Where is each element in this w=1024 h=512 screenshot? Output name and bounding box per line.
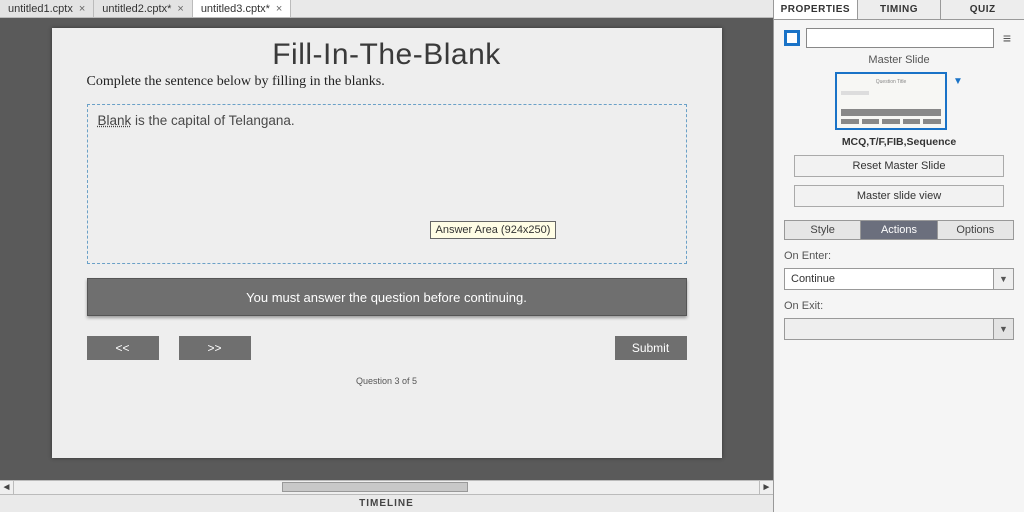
inspector-tabs: PROPERTIES TIMING QUIZ: [774, 0, 1024, 20]
close-icon[interactable]: ×: [177, 3, 183, 15]
chevron-down-icon[interactable]: ▼: [953, 76, 963, 87]
scroll-thumb[interactable]: [282, 482, 468, 492]
doc-tab-2[interactable]: untitled2.cptx* ×: [94, 0, 193, 17]
chevron-down-icon: ▼: [993, 319, 1013, 339]
feedback-text: You must answer the question before cont…: [246, 290, 527, 305]
next-button[interactable]: >>: [179, 336, 251, 360]
scroll-track[interactable]: [14, 481, 759, 494]
chevron-down-icon: ▼: [993, 269, 1013, 289]
stage: Fill-In-The-Blank Complete the sentence …: [0, 18, 773, 480]
subtab-options[interactable]: Options: [938, 221, 1013, 239]
instruction-text[interactable]: Complete the sentence below by filling i…: [87, 74, 687, 90]
on-enter-value: Continue: [791, 273, 835, 285]
tab-timing[interactable]: TIMING: [858, 0, 942, 19]
size-tooltip: Answer Area (924x250): [430, 221, 557, 239]
close-icon[interactable]: ×: [276, 3, 282, 15]
master-slide-label: Master Slide: [784, 54, 1014, 66]
doc-tab-label: untitled2.cptx*: [102, 3, 171, 15]
scroll-right-icon[interactable]: ►: [759, 481, 773, 494]
slide-type-icon: [784, 30, 800, 46]
tab-properties[interactable]: PROPERTIES: [774, 0, 858, 19]
horizontal-scrollbar[interactable]: ◄ ►: [0, 480, 773, 494]
slide-title[interactable]: Fill-In-The-Blank: [87, 38, 687, 72]
reset-master-button[interactable]: Reset Master Slide: [794, 155, 1004, 177]
master-slide-thumbnail[interactable]: Question Title: [835, 72, 947, 130]
timeline-label: TIMELINE: [359, 498, 414, 509]
question-slide[interactable]: Fill-In-The-Blank Complete the sentence …: [52, 28, 722, 458]
on-enter-select[interactable]: Continue ▼: [784, 268, 1014, 290]
document-tabs: untitled1.cptx × untitled2.cptx* × untit…: [0, 0, 773, 18]
question-counter: Question 3 of 5: [87, 376, 687, 386]
doc-tab-label: untitled3.cptx*: [201, 3, 270, 15]
timeline-panel-header[interactable]: TIMELINE: [0, 494, 773, 512]
property-subtabs: Style Actions Options: [784, 220, 1014, 240]
master-view-button[interactable]: Master slide view: [794, 185, 1004, 207]
submit-button[interactable]: Submit: [615, 336, 687, 360]
on-enter-label: On Enter:: [784, 250, 1014, 262]
master-slide-name: MCQ,T/F,FIB,Sequence: [784, 136, 1014, 148]
doc-tab-1[interactable]: untitled1.cptx ×: [0, 0, 94, 17]
subtab-style[interactable]: Style: [785, 221, 861, 239]
close-icon[interactable]: ×: [79, 3, 85, 15]
thumb-title: Question Title: [856, 78, 926, 85]
tab-quiz[interactable]: QUIZ: [941, 0, 1024, 19]
answer-area[interactable]: Blank is the capital of Telangana. Answe…: [87, 104, 687, 264]
prev-button[interactable]: <<: [87, 336, 159, 360]
subtab-actions[interactable]: Actions: [861, 221, 937, 239]
doc-tab-label: untitled1.cptx: [8, 3, 73, 15]
on-exit-label: On Exit:: [784, 300, 1014, 312]
slide-name-input[interactable]: [806, 28, 994, 48]
feedback-caption[interactable]: You must answer the question before cont…: [87, 278, 687, 316]
sentence-text: is the capital of Telangana.: [131, 113, 294, 128]
scroll-left-icon[interactable]: ◄: [0, 481, 14, 494]
doc-tab-3[interactable]: untitled3.cptx* ×: [193, 0, 292, 17]
on-exit-select[interactable]: ▼: [784, 318, 1014, 340]
blank-field[interactable]: Blank: [98, 113, 132, 128]
list-icon[interactable]: ≡: [1000, 30, 1014, 46]
